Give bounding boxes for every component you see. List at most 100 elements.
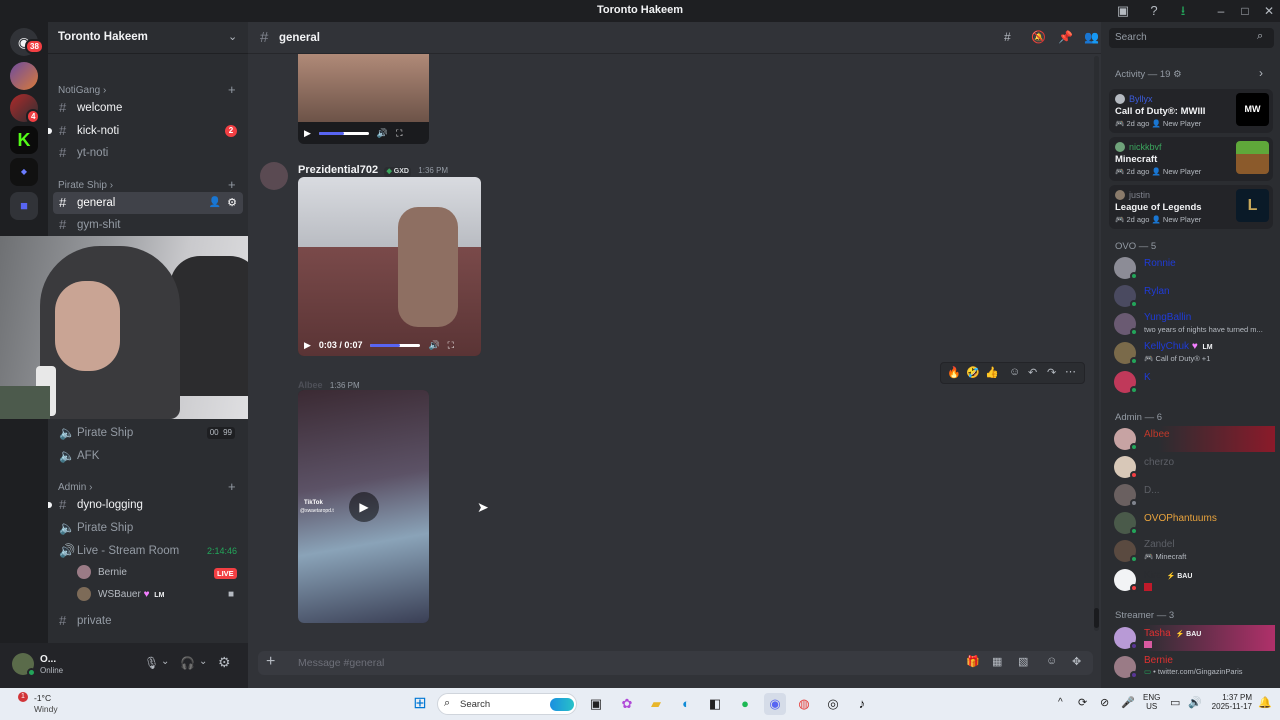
- play-button[interactable]: ▶: [349, 492, 379, 522]
- member-list-icon[interactable]: 👥: [1084, 30, 1099, 44]
- member-item[interactable]: cherzo: [1109, 454, 1275, 480]
- category-notigang[interactable]: NotiGang ›: [58, 85, 106, 96]
- server-icon[interactable]: ◆: [10, 158, 38, 186]
- weather-temp[interactable]: -1°C: [34, 693, 51, 703]
- microphone-icon[interactable]: 🎙: [144, 656, 159, 670]
- channel-kick-noti[interactable]: # kick-noti 2: [48, 120, 243, 142]
- chevron-down-icon[interactable]: ⌄: [199, 656, 207, 667]
- copilot-icon[interactable]: ✿: [616, 693, 638, 715]
- channel-yt-noti[interactable]: # yt-noti: [53, 142, 243, 164]
- play-icon[interactable]: ▶: [304, 128, 311, 139]
- sync-icon[interactable]: ⟳: [1078, 696, 1087, 709]
- chevron-down-icon[interactable]: ⌄: [161, 656, 169, 667]
- server-header[interactable]: Toronto Hakeem ⌄: [48, 22, 248, 54]
- chevron-right-icon[interactable]: ›: [1259, 66, 1263, 80]
- member-item[interactable]: YungBallin two years of nights have turne…: [1109, 311, 1275, 337]
- pin-icon[interactable]: 📌: [1058, 30, 1073, 44]
- add-channel-icon[interactable]: +: [228, 82, 236, 97]
- app-icon[interactable]: ◧: [704, 693, 726, 715]
- gif-icon[interactable]: ▦: [992, 655, 1002, 668]
- reaction-laugh[interactable]: 🤣: [966, 366, 980, 379]
- member-item[interactable]: Tasha ⚡ BAU: [1109, 625, 1275, 651]
- headphones-icon[interactable]: 🎧: [180, 656, 195, 670]
- member-item[interactable]: Albee: [1109, 426, 1275, 452]
- add-channel-icon[interactable]: +: [228, 479, 236, 494]
- category-pirate-ship[interactable]: Pirate Ship ›: [58, 180, 113, 191]
- member-item[interactable]: Bernie ▭ • twitter.com/GingazinParis: [1109, 654, 1275, 680]
- windows-start-icon[interactable]: ⊞: [409, 693, 431, 715]
- kick-server-icon[interactable]: K: [10, 126, 38, 154]
- clock[interactable]: 1:37 PM 2025-11-17: [1208, 693, 1252, 711]
- download-icon[interactable]: ⭳: [1174, 2, 1192, 20]
- network-icon[interactable]: ▭: [1170, 696, 1180, 709]
- task-view-icon[interactable]: ▣: [585, 693, 607, 715]
- video-progress[interactable]: [370, 343, 421, 347]
- volume-slider[interactable]: [318, 131, 369, 135]
- more-icon[interactable]: ⋯: [1065, 365, 1076, 378]
- fullscreen-icon[interactable]: ⛶: [396, 128, 402, 139]
- edge-icon[interactable]: ◐: [675, 693, 697, 715]
- voice-channel-admin-pirate[interactable]: 🔈 Pirate Ship: [53, 517, 243, 539]
- fullscreen-icon[interactable]: ⛶: [448, 340, 454, 351]
- member-item[interactable]: Zandel 🎮 Minecraft: [1109, 538, 1275, 564]
- channel-private[interactable]: # private: [53, 610, 243, 632]
- voice-channel-pirate-ship[interactable]: 🔈 Pirate Ship 00 99: [53, 422, 243, 444]
- category-admin[interactable]: Admin ›: [58, 482, 92, 493]
- member-item[interactable]: KellyChuk ♥ LM 🎮 Call of Duty® +1: [1109, 340, 1275, 366]
- member-item[interactable]: D...: [1109, 482, 1275, 508]
- volume-icon[interactable]: 🔊: [428, 340, 439, 351]
- message-author[interactable]: Prezidential702: [298, 164, 378, 176]
- volume-icon[interactable]: 🔊: [1188, 696, 1202, 709]
- discord-taskbar-icon[interactable]: ◉: [764, 693, 786, 715]
- chat-scrollbar-thumb[interactable]: [1094, 608, 1099, 628]
- taskbar-search[interactable]: ⌕ Search: [437, 693, 577, 715]
- apps-icon[interactable]: ✥: [1072, 655, 1081, 668]
- chevron-up-icon[interactable]: ^: [1058, 697, 1063, 708]
- video-player[interactable]: ▶ 🔊 ⛶: [298, 54, 429, 144]
- activity-card[interactable]: nickkbvf Minecraft 🎮 2d ago 👤 New Player: [1109, 137, 1273, 181]
- chrome-icon[interactable]: ◍: [793, 693, 815, 715]
- voice-user-wsbauer[interactable]: WSBauer ♥ LM: [98, 589, 166, 601]
- server-icon[interactable]: [10, 62, 38, 90]
- voice-channel-live-stream[interactable]: 🔊 Live - Stream Room 2:14:46: [53, 540, 243, 562]
- add-reaction-icon[interactable]: ☺: [1009, 366, 1020, 378]
- add-attachment-icon[interactable]: +: [266, 653, 275, 671]
- spotify-icon[interactable]: ●: [734, 693, 756, 715]
- channel-gym[interactable]: # gym-shit: [53, 214, 243, 236]
- sticker-icon[interactable]: ▧: [1018, 655, 1028, 668]
- reaction-fire[interactable]: 🔥: [947, 366, 961, 379]
- volume-icon[interactable]: 🔊: [377, 128, 388, 139]
- video-player[interactable]: TikTok @swaetaropd.t ▶: [298, 390, 429, 623]
- reply-icon[interactable]: ↶: [1028, 366, 1037, 379]
- voice-user-bernie[interactable]: Bernie: [98, 567, 127, 578]
- gear-icon[interactable]: ⚙: [227, 192, 237, 214]
- chat-scrollbar-track[interactable]: [1094, 56, 1099, 631]
- wifi-off-icon[interactable]: ⊘: [1100, 696, 1109, 709]
- gift-icon[interactable]: 🎁: [966, 655, 980, 668]
- channel-dyno-logging[interactable]: # dyno-logging: [48, 494, 243, 516]
- language-indicator[interactable]: ENG US: [1143, 693, 1160, 711]
- close-button[interactable]: ✕: [1258, 2, 1280, 20]
- video-player[interactable]: ▶ 0:03 / 0:07 🔊 ⛶: [298, 177, 481, 356]
- folder-icon[interactable]: ■: [10, 192, 38, 220]
- inbox-icon[interactable]: ▣: [1114, 2, 1132, 20]
- tiktok-icon[interactable]: ♪: [851, 693, 873, 715]
- file-explorer-icon[interactable]: ▰: [645, 693, 667, 715]
- channel-welcome[interactable]: # welcome: [53, 97, 243, 119]
- play-icon[interactable]: ▶: [304, 340, 311, 351]
- member-item[interactable]: OVOPhantuums: [1109, 510, 1275, 536]
- chevron-down-icon[interactable]: ⌄: [228, 30, 237, 43]
- activity-card[interactable]: justin League of Legends 🎮 2d ago 👤 New …: [1109, 185, 1273, 229]
- invite-icon[interactable]: 👤: [209, 192, 221, 214]
- channel-general[interactable]: # general 👤 ⚙: [53, 192, 243, 214]
- minimize-button[interactable]: –: [1210, 2, 1232, 20]
- activity-card[interactable]: Byllyx Call of Duty®: MWIII 🎮 2d ago 👤 N…: [1109, 89, 1273, 133]
- member-item[interactable]: K: [1109, 369, 1275, 395]
- help-icon[interactable]: ?: [1145, 2, 1163, 20]
- settings-gear-icon[interactable]: ⚙: [218, 654, 231, 671]
- avatar[interactable]: [260, 162, 288, 190]
- member-item[interactable]: Ronnie: [1109, 255, 1275, 281]
- voice-channel-afk[interactable]: 🔈 AFK: [53, 445, 243, 467]
- maximize-button[interactable]: □: [1234, 2, 1256, 20]
- reaction-thumbs-up[interactable]: 👍: [985, 366, 999, 379]
